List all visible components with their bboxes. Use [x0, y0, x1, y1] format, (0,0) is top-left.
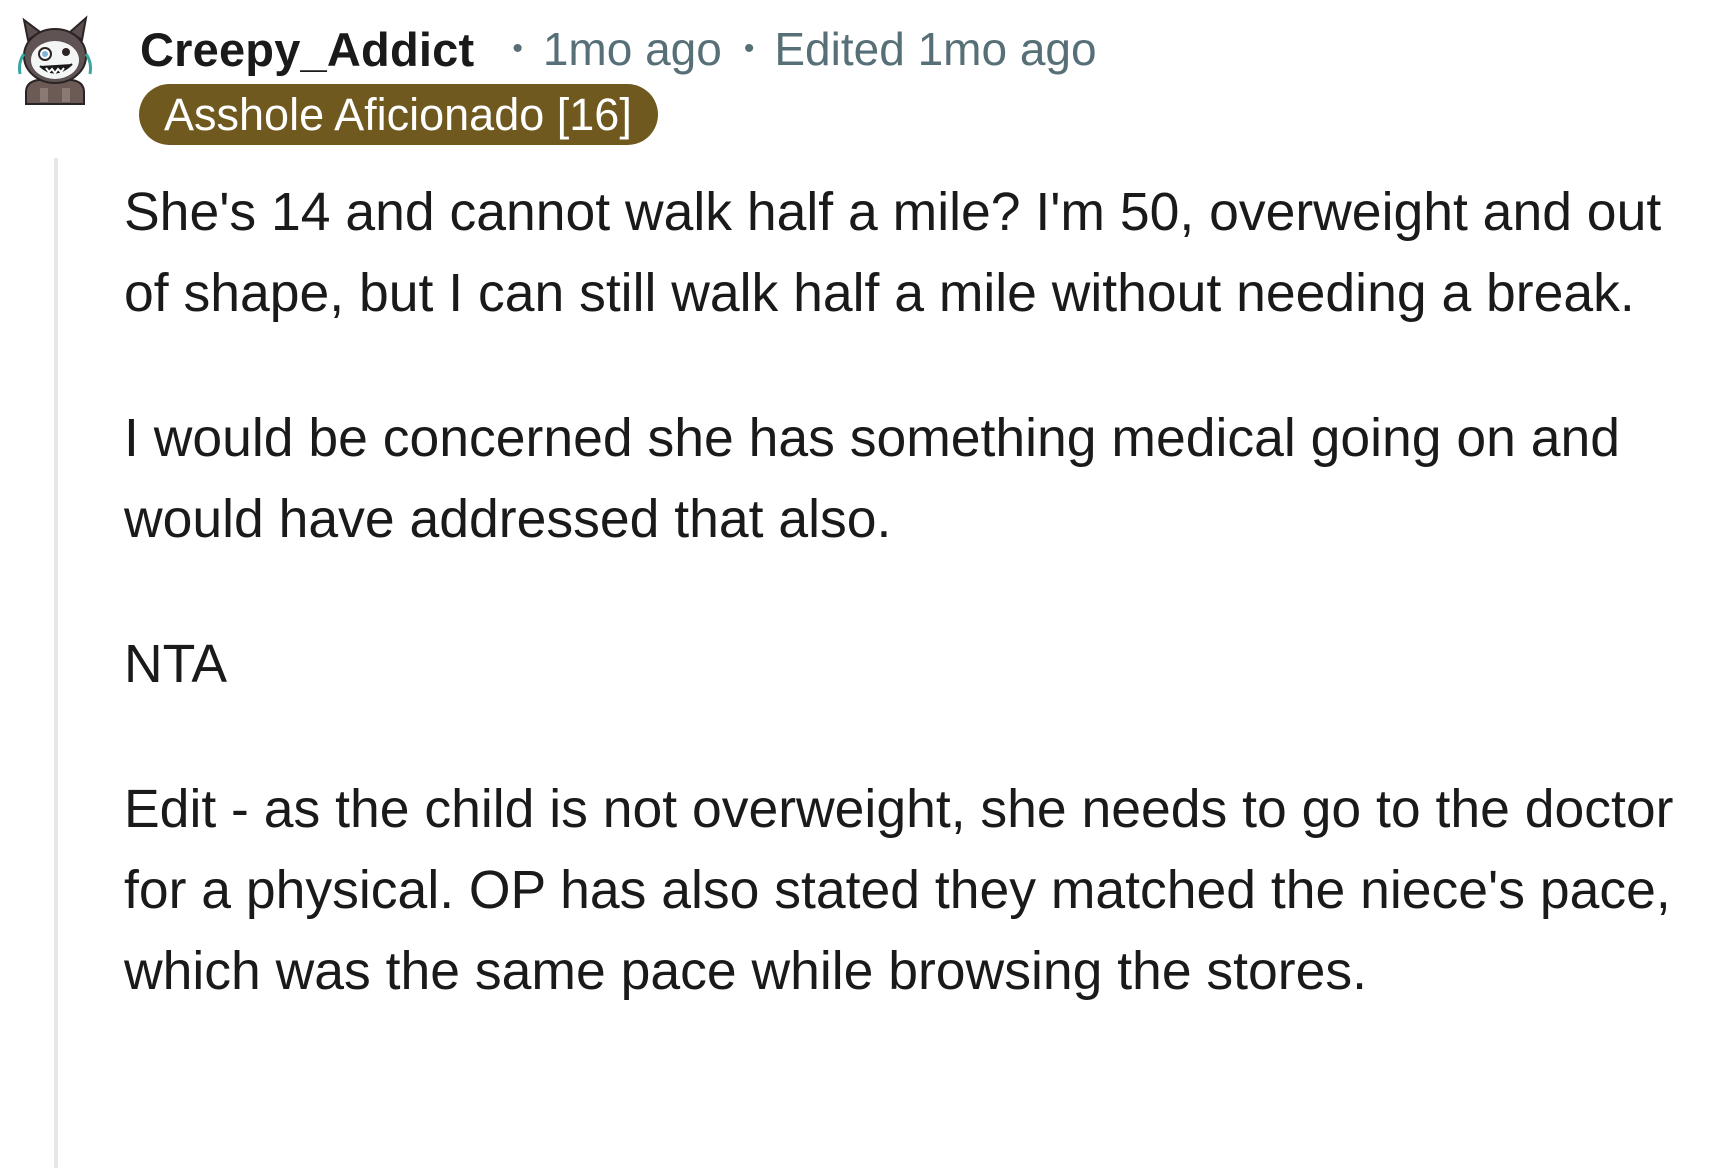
- edited-timestamp: Edited 1mo ago: [774, 23, 1097, 75]
- comment-paragraph: Edit - as the child is not overweight, s…: [124, 780, 1674, 1001]
- separator-dot: •: [743, 32, 755, 65]
- thread-line[interactable]: [54, 158, 58, 1168]
- comment-header: Creepy_Addict • 1mo ago • Edited 1mo ago: [140, 18, 1097, 80]
- comment-body: She's 14 and cannot walk half a mile? I'…: [124, 172, 1714, 1012]
- comment-paragraph: She's 14 and cannot walk half a mile? I'…: [124, 183, 1662, 323]
- comment-paragraph: I would be concerned she has something m…: [124, 409, 1621, 549]
- comment: Creepy_Addict • 1mo ago • Edited 1mo ago…: [0, 0, 1724, 1168]
- comment-paragraph: NTA: [124, 635, 228, 694]
- comment-timestamp: 1mo ago: [542, 23, 722, 75]
- user-avatar-icon[interactable]: [16, 14, 94, 106]
- user-flair-badge: Asshole Aficionado [16]: [139, 84, 658, 145]
- username-link[interactable]: Creepy_Addict: [140, 22, 474, 77]
- separator-dot: •: [512, 32, 523, 65]
